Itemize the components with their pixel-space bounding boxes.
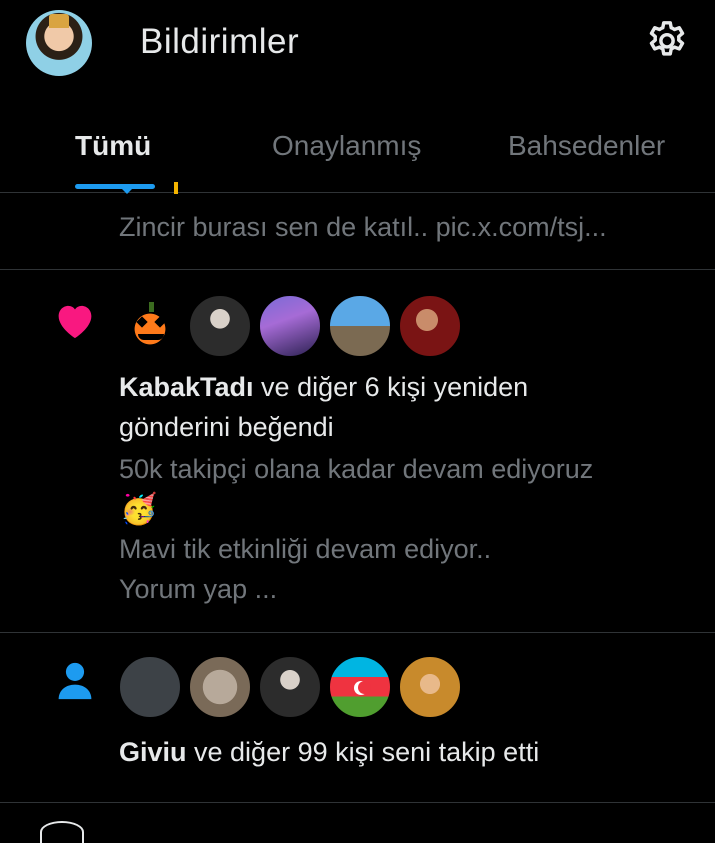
avatar-crown-detail (49, 14, 69, 28)
avatar (40, 821, 84, 843)
tab-mentions[interactable]: Bahsedenler (508, 130, 665, 162)
avatar[interactable] (328, 655, 392, 719)
avatar[interactable] (188, 294, 252, 358)
avatar[interactable] (398, 655, 462, 719)
emoji-fragment (119, 182, 178, 196)
avatar[interactable] (258, 655, 322, 719)
notification-text: Giviu ve diğer 99 kişi seni takip etti (119, 737, 539, 768)
settings-gear-icon[interactable] (644, 18, 690, 64)
profile-avatar[interactable] (26, 10, 92, 76)
actor-name[interactable]: KabakTadı (119, 372, 254, 402)
tab-all[interactable]: Tümü (75, 130, 151, 162)
notification-tabs: Tümü Onaylanmış Bahsedenler (0, 112, 715, 193)
party-face-emoji: 🥳 (120, 493, 158, 526)
post-preview-line: Mavi tik etkinliği devam ediyor.. (119, 534, 492, 564)
avatar[interactable] (118, 294, 182, 358)
avatar[interactable] (328, 294, 392, 358)
avatar[interactable] (118, 655, 182, 719)
action-text: ve diğer 99 kişi seni takip etti (186, 737, 540, 767)
heart-icon (58, 305, 92, 339)
page-title: Bildirimler (140, 22, 300, 61)
action-text: ve diğer 6 kişi yeniden (253, 372, 529, 402)
actor-name[interactable]: Giviu (119, 737, 187, 767)
avatar[interactable] (258, 294, 322, 358)
notification-item[interactable]: Giviu ve diğer 99 kişi seni takip etti (0, 633, 715, 803)
top-bar: Bildirimler (0, 0, 715, 88)
action-text-continued: gönderini beğendi (119, 412, 334, 442)
notification-item-partial[interactable] (0, 803, 715, 843)
post-preview-line: 50k takipçi olana kadar devam ediyoruz (119, 454, 594, 484)
notification-item[interactable]: Zincir burası sen de katıl.. pic.x.com/t… (0, 182, 715, 270)
tab-verified[interactable]: Onaylanmış (272, 130, 421, 162)
post-snippet: Zincir burası sen de katıl.. pic.x.com/t… (119, 212, 607, 242)
avatar[interactable] (188, 655, 252, 719)
notification-text: KabakTadı ve diğer 6 kişi yeniden (119, 372, 528, 403)
post-preview-line: Yorum yap ... (119, 574, 278, 604)
person-icon (58, 662, 92, 700)
notification-item[interactable]: KabakTadı ve diğer 6 kişi yeniden gönder… (0, 270, 715, 633)
avatar[interactable] (398, 294, 462, 358)
